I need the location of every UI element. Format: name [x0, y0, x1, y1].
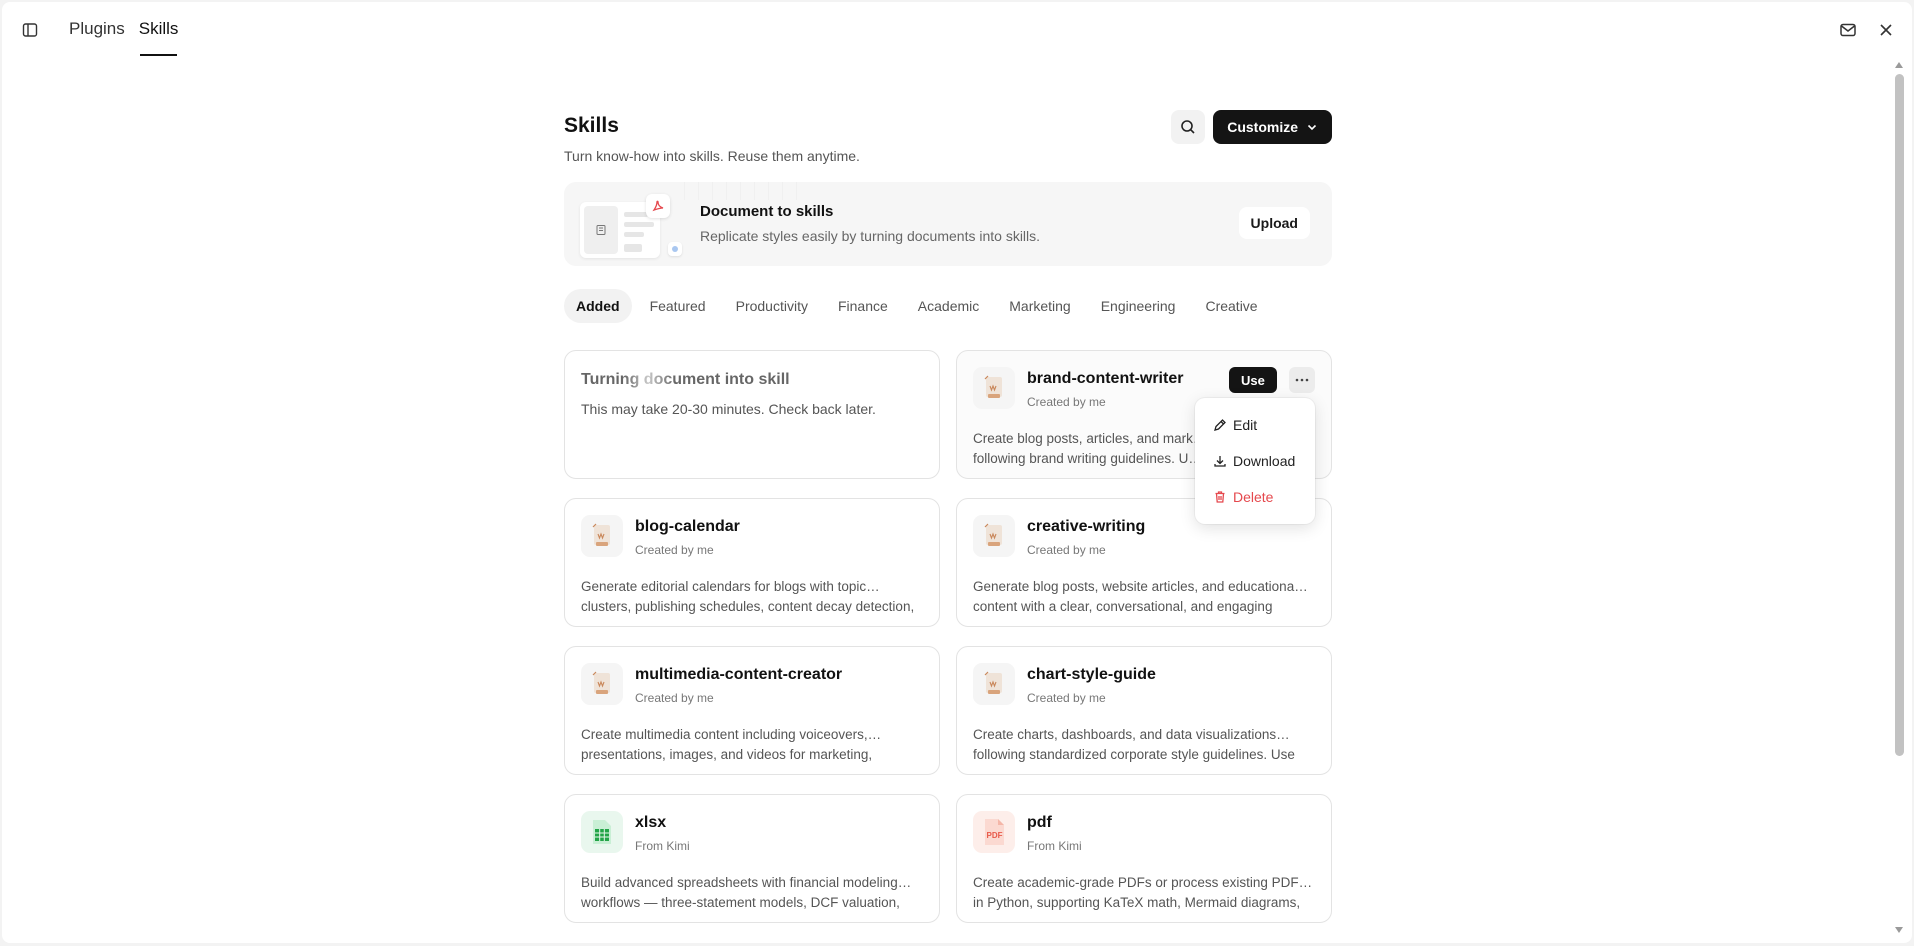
skill-description: Build advanced spreadsheets with financi…	[581, 875, 912, 910]
category-tab-creative[interactable]: Creative	[1193, 289, 1269, 323]
skill-card-blog-calendar[interactable]: blog-calendar Created by me Generate edi…	[564, 498, 940, 627]
close-icon[interactable]	[1874, 18, 1898, 42]
skill-description: Create multimedia content including voic…	[581, 727, 882, 762]
category-tab-finance[interactable]: Finance	[826, 289, 900, 323]
menu-item-edit[interactable]: Edit	[1213, 413, 1257, 437]
more-options-button[interactable]	[1289, 367, 1315, 393]
skill-creator: From Kimi	[1027, 839, 1082, 853]
scrollbar-thumb[interactable]	[1895, 74, 1904, 756]
upload-button[interactable]: Upload	[1238, 207, 1310, 239]
skill-description: Generate blog posts, website articles, a…	[973, 579, 1308, 614]
document-pen-icon	[581, 515, 623, 557]
category-tabs: Added Featured Productivity Finance Acad…	[564, 289, 1270, 323]
pencil-icon	[1214, 419, 1226, 431]
tab-skills[interactable]: Skills	[132, 2, 186, 56]
skill-description: Generate editorial calendars for blogs w…	[581, 579, 915, 614]
skill-name: blog-calendar	[635, 518, 740, 535]
top-right-actions	[1836, 18, 1898, 42]
banner-title: Document to skills	[700, 203, 834, 220]
skill-name: chart-style-guide	[1027, 666, 1156, 683]
skill-creator: Created by me	[635, 543, 714, 557]
scroll-down-arrow[interactable]	[1895, 927, 1903, 933]
download-icon	[1214, 456, 1226, 467]
skill-name: multimedia-content-creator	[635, 666, 843, 683]
category-tab-engineering[interactable]: Engineering	[1089, 289, 1188, 323]
category-tab-marketing[interactable]: Marketing	[997, 289, 1082, 323]
document-pen-icon	[973, 367, 1015, 409]
skill-creator: Created by me	[635, 691, 714, 705]
customize-label: Customize	[1227, 119, 1298, 135]
category-tab-featured[interactable]: Featured	[638, 289, 718, 323]
skill-name: brand-content-writer	[1027, 370, 1184, 387]
skill-creator: Created by me	[1027, 691, 1106, 705]
page-subtitle: Turn know-how into skills. Reuse them an…	[564, 148, 860, 164]
skill-card-chart-style-guide[interactable]: chart-style-guide Created by me Create c…	[956, 646, 1332, 775]
skill-creator: From Kimi	[635, 839, 690, 853]
skill-description: Create academic-grade PDFs or process ex…	[973, 875, 1315, 910]
skill-name: xlsx	[635, 814, 667, 831]
category-tab-academic[interactable]: Academic	[906, 289, 991, 323]
pdf-file-icon: PDF	[973, 811, 1015, 853]
category-tab-productivity[interactable]: Productivity	[724, 289, 820, 323]
menu-item-download[interactable]: Download	[1213, 449, 1295, 473]
ellipsis-icon	[1295, 378, 1309, 382]
chevron-down-icon	[1307, 124, 1317, 131]
skill-creator: Created by me	[1027, 395, 1106, 409]
page-title: Skills	[564, 114, 619, 137]
search-icon	[1181, 120, 1195, 134]
skill-name: creative-writing	[1027, 518, 1146, 535]
tab-plugins[interactable]: Plugins	[62, 2, 132, 56]
use-button[interactable]: Use	[1229, 367, 1277, 393]
image-chip-icon	[668, 242, 682, 256]
spreadsheet-icon	[581, 811, 623, 853]
header-actions: Customize	[1171, 110, 1332, 144]
skill-description: Create charts, dashboards, and data visu…	[973, 727, 1295, 762]
pdf-acrobat-icon	[646, 194, 670, 218]
document-to-skills-banner: Document to skills Replicate styles easi…	[564, 182, 1332, 266]
skill-card-xlsx[interactable]: xlsx From Kimi Build advanced spreadshee…	[564, 794, 940, 923]
trash-icon	[1215, 491, 1225, 503]
banner-illustration	[580, 194, 682, 258]
banner-grid-decoration	[684, 182, 804, 200]
sidebar-toggle-icon[interactable]	[19, 19, 41, 41]
skill-card-multimedia-content-creator[interactable]: multimedia-content-creator Created by me…	[564, 646, 940, 775]
category-tab-added[interactable]: Added	[564, 289, 632, 323]
pending-description: This may take 20-30 minutes. Check back …	[581, 401, 876, 417]
svg-text:PDF: PDF	[987, 831, 1003, 840]
skill-card-pdf[interactable]: PDF pdf From Kimi Create academic-grade …	[956, 794, 1332, 923]
skill-creator: Created by me	[1027, 543, 1106, 557]
mail-icon[interactable]	[1836, 18, 1860, 42]
top-bar: Plugins Skills	[2, 2, 1912, 58]
menu-item-delete[interactable]: Delete	[1213, 485, 1273, 509]
banner-description: Replicate styles easily by turning docum…	[700, 228, 1041, 244]
search-button[interactable]	[1171, 110, 1206, 144]
customize-button[interactable]: Customize	[1213, 110, 1332, 144]
pending-skill-card[interactable]: Turning document into skill This may tak…	[564, 350, 940, 479]
top-nav: Plugins Skills	[62, 2, 185, 58]
pending-title: Turning document into skill	[581, 371, 790, 388]
scroll-up-arrow[interactable]	[1895, 62, 1903, 68]
document-pen-icon	[973, 515, 1015, 557]
document-pen-icon	[581, 663, 623, 705]
document-pen-icon	[973, 663, 1015, 705]
document-layout-icon	[584, 206, 618, 254]
skill-context-menu: Edit Download Delete	[1195, 398, 1315, 524]
skill-name: pdf	[1027, 814, 1052, 831]
